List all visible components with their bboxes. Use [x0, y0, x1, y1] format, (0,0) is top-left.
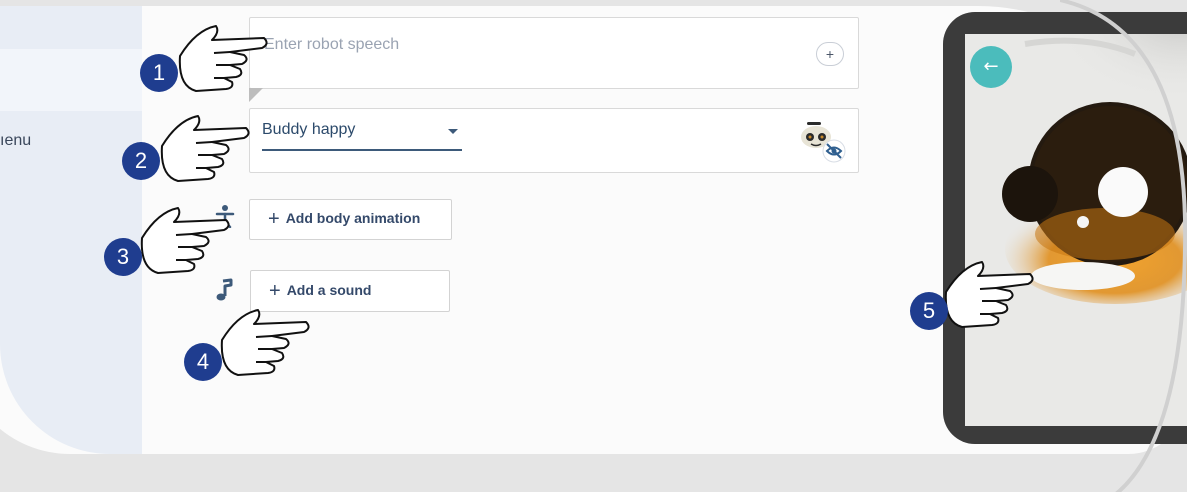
callout-2: 2 [122, 112, 250, 182]
emotion-select[interactable]: Buddy happy [262, 119, 462, 151]
add-sound-label: Add a sound [286, 281, 372, 298]
callout-badge-1: 1 [140, 54, 178, 92]
sidebar-active-strip [0, 49, 142, 111]
add-speech-button[interactable]: + [816, 42, 844, 66]
robot-face-hidden-icon[interactable] [798, 119, 848, 165]
pointing-hand-icon [220, 309, 310, 376]
emotion-field: Buddy happy [249, 108, 859, 173]
pointing-hand-icon [140, 207, 230, 274]
pointing-hand-icon [944, 261, 1034, 328]
callout-badge-3: 3 [104, 238, 142, 276]
sidebar-item-menu[interactable]: ıenu [0, 132, 31, 150]
plus-icon: + [269, 279, 281, 302]
callout-badge-4: 4 [184, 343, 222, 381]
callout-1: 1 [140, 22, 268, 92]
app-frame: ıenu + Buddy happy +Add body animatio [0, 0, 1187, 492]
pointing-hand-icon [178, 25, 268, 92]
pointing-hand-icon [160, 115, 250, 182]
callout-5: 5 [910, 258, 1034, 330]
callout-4: 4 [184, 306, 310, 381]
callout-badge-2: 2 [122, 142, 160, 180]
caret-down-icon [448, 129, 458, 134]
plus-icon: + [268, 208, 280, 230]
frame-border [1060, 0, 1187, 492]
add-body-animation-button[interactable]: + Add body animation [249, 199, 452, 240]
callout-3: 3 [104, 204, 230, 276]
callout-badge-5: 5 [910, 292, 948, 330]
robot-speech-input[interactable] [262, 32, 786, 58]
tablet-back-button[interactable]: ← [970, 46, 1012, 88]
robot-speech-field: + [249, 17, 859, 89]
add-body-animation-label: Add body animation [285, 210, 421, 226]
sidebar: ıenu [0, 6, 142, 454]
music-note-icon [216, 278, 233, 301]
emotion-selected-value: Buddy happy [262, 121, 356, 138]
